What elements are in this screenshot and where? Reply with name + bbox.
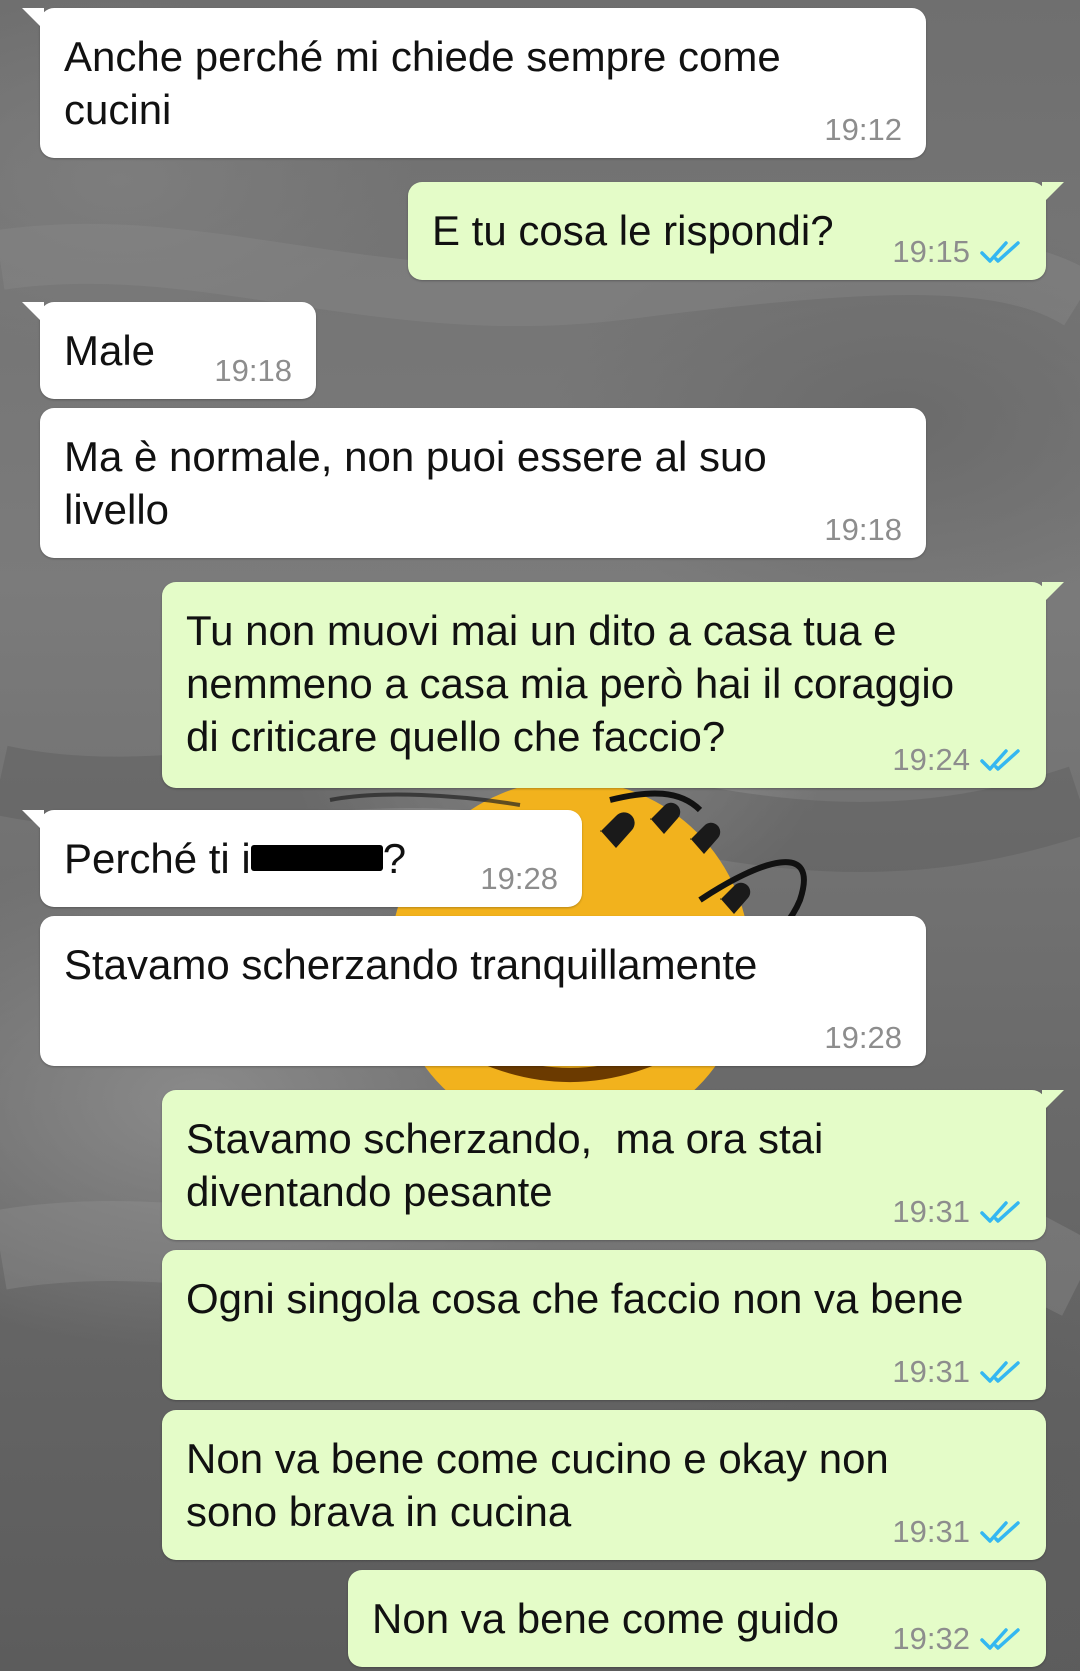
message-outgoing[interactable]: Non va bene come cucino e okay non sono … <box>162 1410 1046 1560</box>
double-check-icon <box>980 241 1020 263</box>
message-time: 19:32 <box>892 1621 970 1656</box>
message-outgoing[interactable]: E tu cosa le rispondi? 19:15 <box>408 182 1064 280</box>
message-meta: 19:15 <box>892 234 1022 270</box>
message-text: Stavamo scherzando tranquillamente <box>64 941 758 988</box>
message-text: Ogni singola cosa che faccio non va bene <box>186 1275 964 1322</box>
message-incoming[interactable]: Anche perché mi chiede sempre come cucin… <box>22 8 926 158</box>
message-outgoing[interactable]: Stavamo scherzando, ma ora stai diventan… <box>162 1090 1064 1240</box>
message-text-after: ? <box>382 835 407 882</box>
message-time: 19:18 <box>824 512 902 547</box>
message-text: Ma è normale, non puoi essere al suo liv… <box>64 433 767 533</box>
message-incoming[interactable]: Ma è normale, non puoi essere al suo liv… <box>40 408 926 558</box>
message-time: 19:15 <box>892 234 970 269</box>
message-meta: 19:18 <box>214 353 292 389</box>
redaction-bar <box>250 844 383 871</box>
message-meta: 19:31 <box>892 1514 1022 1550</box>
message-time: 19:24 <box>892 742 970 777</box>
message-meta: 19:28 <box>480 861 558 897</box>
message-meta: 19:32 <box>892 1621 1022 1657</box>
double-check-icon <box>980 1628 1020 1650</box>
message-time: 19:31 <box>892 1354 970 1389</box>
message-outgoing[interactable]: Ogni singola cosa che faccio non va bene… <box>162 1250 1046 1400</box>
message-text: Tu non muovi mai un dito a casa tua e ne… <box>186 607 955 760</box>
message-meta: 19:31 <box>892 1354 1022 1390</box>
message-incoming[interactable]: Perché ti i? 19:28 <box>22 810 582 907</box>
message-text: Anche perché mi chiede sempre come cucin… <box>64 33 781 133</box>
message-meta: 19:12 <box>824 112 902 148</box>
message-meta: 19:28 <box>824 1020 902 1056</box>
message-meta: 19:24 <box>892 742 1022 778</box>
message-time: 19:31 <box>892 1514 970 1549</box>
chat-thread: Anche perché mi chiede sempre come cucin… <box>0 0 1080 1671</box>
message-incoming[interactable]: Stavamo scherzando tranquillamente 19:28 <box>40 916 926 1066</box>
message-time: 19:28 <box>824 1020 902 1055</box>
double-check-icon <box>980 1201 1020 1223</box>
message-outgoing[interactable]: Non va bene come guido 19:32 <box>348 1570 1046 1667</box>
message-meta: 19:31 <box>892 1194 1022 1230</box>
message-time: 19:18 <box>214 353 292 388</box>
message-incoming[interactable]: Male 19:18 <box>22 302 316 399</box>
message-time: 19:12 <box>824 112 902 147</box>
double-check-icon <box>980 1521 1020 1543</box>
message-time: 19:31 <box>892 1194 970 1229</box>
double-check-icon <box>980 1361 1020 1383</box>
message-text-before: Perché ti i <box>64 835 251 882</box>
message-meta: 19:18 <box>824 512 902 548</box>
double-check-icon <box>980 749 1020 771</box>
message-time: 19:28 <box>480 861 558 896</box>
message-outgoing[interactable]: Tu non muovi mai un dito a casa tua e ne… <box>162 582 1064 788</box>
